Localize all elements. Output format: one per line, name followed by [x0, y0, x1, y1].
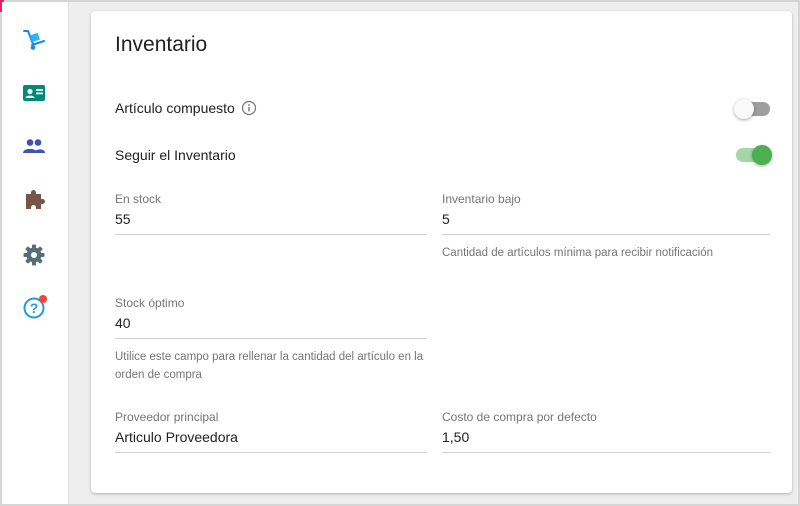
notification-dot [39, 295, 47, 303]
toggle-knob [734, 99, 754, 119]
optimal-stock-label: Stock óptimo [115, 296, 185, 310]
low-stock-label: Inventario bajo [442, 192, 521, 206]
field-underline [442, 452, 770, 453]
puzzle-icon [22, 187, 46, 211]
sidebar-item-users[interactable] [18, 130, 50, 162]
inventory-card: Inventario Artículo compuesto Seguir el … [91, 11, 792, 493]
composite-toggle[interactable] [734, 99, 770, 119]
hand-truck-icon [22, 28, 46, 52]
info-icon[interactable] [241, 100, 257, 116]
toggle-knob [752, 145, 772, 165]
sidebar-item-settings[interactable] [18, 239, 50, 271]
svg-text:?: ? [30, 300, 39, 316]
default-cost-label: Costo de compra por defecto [442, 410, 597, 424]
field-underline [115, 452, 427, 453]
sidebar-item-inventory[interactable] [18, 24, 50, 56]
people-icon [22, 134, 46, 158]
primary-supplier-select[interactable]: Articulo Proveedora [115, 429, 238, 445]
sidebar-item-help[interactable]: ? [18, 292, 50, 324]
optimal-stock-input[interactable]: 40 [115, 315, 131, 331]
optimal-stock-hint: Utilice este campo para rellenar la cant… [115, 351, 424, 381]
sidebar-item-contacts[interactable] [18, 77, 50, 109]
composite-label: Artículo compuesto [115, 100, 235, 116]
window-frame-top [0, 0, 800, 2]
gear-icon [22, 243, 46, 267]
track-inventory-toggle[interactable] [736, 145, 772, 165]
field-underline [115, 338, 427, 339]
contact-card-icon [22, 81, 46, 105]
primary-supplier-label: Proveedor principal [115, 410, 219, 424]
composite-row: Artículo compuesto [115, 100, 257, 116]
card-title: Inventario [115, 33, 208, 56]
sidebar-item-extensions[interactable] [18, 183, 50, 215]
default-cost-input[interactable]: 1,50 [442, 429, 469, 445]
track-inventory-label: Seguir el Inventario [115, 147, 236, 163]
low-stock-input[interactable]: 5 [442, 211, 450, 227]
track-inventory-row: Seguir el Inventario [115, 147, 236, 163]
field-underline [442, 234, 770, 235]
field-underline [115, 234, 427, 235]
sidebar: ? [2, 2, 69, 504]
in-stock-input[interactable]: 55 [115, 211, 131, 227]
in-stock-label: En stock [115, 192, 162, 206]
low-stock-hint: Cantidad de artículos mínima para recibi… [442, 247, 714, 259]
